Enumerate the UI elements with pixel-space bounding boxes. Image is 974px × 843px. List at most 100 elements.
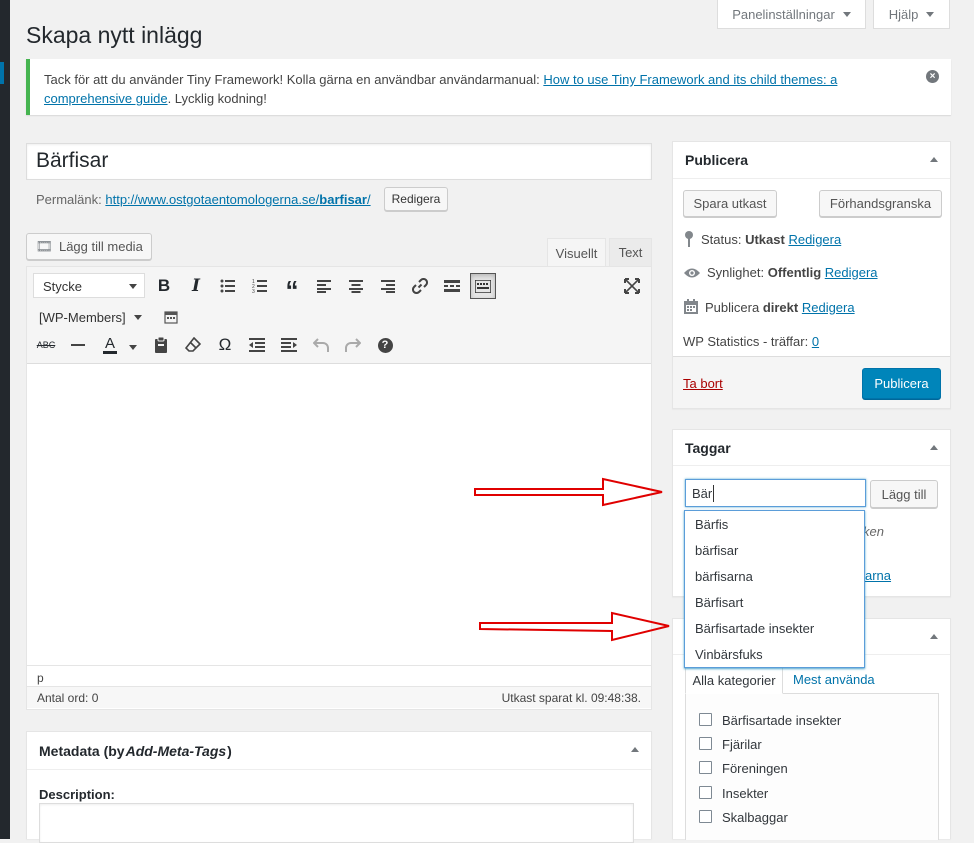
chevron-up-icon — [930, 157, 938, 162]
undo-icon[interactable] — [309, 333, 333, 357]
status-edit-link[interactable]: Redigera — [788, 232, 841, 247]
dismiss-icon[interactable]: × — [926, 70, 939, 83]
category-checkbox[interactable] — [699, 713, 712, 726]
numbered-list-icon[interactable]: 123 — [248, 274, 272, 298]
calendar-icon[interactable] — [159, 305, 183, 329]
help-label: Hjälp — [888, 6, 919, 22]
save-draft-button[interactable]: Spara utkast — [683, 190, 777, 217]
permalink-edit-button[interactable]: Redigera — [384, 187, 448, 211]
notice-link-cont[interactable]: comprehensive guide — [44, 91, 168, 106]
autosave-status: Utkast sparat kl. 09:48:38. — [501, 691, 641, 705]
chevron-down-icon[interactable] — [129, 345, 137, 350]
link-icon[interactable] — [408, 274, 432, 298]
paste-text-icon[interactable] — [149, 333, 173, 357]
align-center-icon[interactable] — [344, 274, 368, 298]
align-left-icon[interactable] — [312, 274, 336, 298]
toolbar-toggle-icon[interactable] — [470, 273, 496, 299]
help-icon[interactable]: ? — [373, 333, 397, 357]
chevron-down-icon — [129, 284, 137, 289]
tag-suggestions-dropdown: Bärfis bärfisar bärfisarna Bärfisart Bär… — [684, 510, 865, 668]
special-character-icon[interactable]: Ω — [213, 333, 237, 357]
clear-formatting-icon[interactable] — [181, 333, 205, 357]
add-media-button[interactable]: 🎞 Lägg till media — [26, 233, 152, 260]
post-title-input[interactable]: Bärfisar — [26, 143, 652, 180]
description-label: Description: — [39, 787, 115, 802]
tab-most-used[interactable]: Mest använda — [793, 672, 875, 687]
calendar-icon — [684, 299, 698, 314]
category-checkbox[interactable] — [699, 786, 712, 799]
read-more-icon[interactable] — [440, 274, 464, 298]
permalink-link[interactable]: http://www.ostgotaentomologerna.se/barfi… — [105, 192, 370, 207]
blockquote-icon[interactable]: “ — [280, 274, 304, 303]
publish-button[interactable]: Publicera — [862, 368, 941, 399]
post-title-value: Bärfisar — [36, 149, 109, 172]
strikethrough-icon[interactable]: ABC — [34, 333, 58, 357]
category-label: Skalbaggar — [722, 810, 788, 825]
category-label: Föreningen — [722, 761, 788, 776]
bullet-list-icon[interactable] — [216, 274, 240, 298]
horizontal-line-icon[interactable] — [66, 333, 90, 357]
tag-suggestion[interactable]: bärfisar — [685, 538, 864, 564]
tag-suggestion[interactable]: bärfisarna — [685, 564, 864, 590]
chevron-up-icon — [930, 445, 938, 450]
metadata-box: Metadata (by Add-Meta-Tags) Description: — [26, 731, 652, 843]
publish-actions: Ta bort Publicera — [673, 356, 950, 408]
trash-link[interactable]: Ta bort — [683, 376, 723, 391]
admin-notice: Tack för att du använder Tiny Framework!… — [26, 59, 951, 115]
editor-toolbar: Stycke B I 123 “ [WP-Members] ABC A Ω ? — [27, 267, 651, 364]
svg-text:3: 3 — [252, 289, 255, 293]
category-label: Bärfisartade insekter — [722, 713, 842, 728]
fullscreen-icon[interactable] — [620, 274, 644, 298]
publish-box-header[interactable]: Publicera — [673, 142, 950, 179]
chevron-down-icon — [842, 11, 851, 17]
category-checkbox[interactable] — [699, 737, 712, 750]
category-checkbox[interactable] — [699, 761, 712, 774]
italic-icon[interactable]: I — [184, 274, 208, 298]
tag-suggestion[interactable]: Bärfisart — [685, 590, 864, 616]
wp-members-select[interactable]: [WP-Members] — [39, 307, 142, 327]
indent-icon[interactable] — [277, 333, 301, 357]
align-right-icon[interactable] — [376, 274, 400, 298]
category-checkbox[interactable] — [699, 810, 712, 823]
word-count: Antal ord: 0 — [37, 691, 99, 705]
tag-suggestion[interactable]: Bärfis — [685, 512, 864, 538]
annotation-arrow-to-input — [474, 477, 663, 507]
tag-hint-text: ken — [863, 524, 884, 539]
annotation-arrow-to-suggestion — [479, 611, 670, 642]
tag-input[interactable]: Bär — [685, 479, 866, 507]
chevron-down-icon — [926, 11, 935, 17]
status-row: Status: Utkast Redigera — [683, 231, 841, 247]
tab-text[interactable]: Text — [609, 238, 652, 266]
tab-all-categories[interactable]: Alla kategorier — [685, 666, 783, 694]
outdent-icon[interactable] — [245, 333, 269, 357]
tab-visual[interactable]: Visuellt — [547, 238, 606, 267]
preview-button[interactable]: Förhandsgranska — [819, 190, 942, 217]
redo-icon[interactable] — [341, 333, 365, 357]
category-label: Fjärilar — [722, 737, 762, 752]
permalink-row: Permalänk: http://www.ostgotaentomologer… — [36, 192, 371, 208]
add-tag-button[interactable]: Lägg till — [870, 480, 938, 508]
help-button[interactable]: Hjälp — [873, 0, 950, 29]
text-color-icon[interactable]: A — [98, 333, 122, 357]
most-used-tags-link[interactable]: arna — [865, 568, 891, 583]
visibility-row: Synlighet: Offentlig Redigera — [683, 265, 878, 280]
schedule-edit-link[interactable]: Redigera — [802, 300, 855, 315]
bold-icon[interactable]: B — [152, 274, 176, 298]
publish-box: Publicera Spara utkast Förhandsgranska S… — [672, 141, 951, 409]
tag-suggestion[interactable]: Bärfisartade insekter — [685, 616, 864, 642]
format-select[interactable]: Stycke — [33, 273, 145, 298]
tags-box-header[interactable]: Taggar — [673, 430, 950, 466]
editor-statusbar: p Antal ord: 0 Utkast sparat kl. 09:48:3… — [27, 665, 651, 709]
chevron-up-icon — [631, 747, 639, 752]
screen-options-label: Panelinställningar — [732, 6, 835, 22]
stats-link[interactable]: 0 — [812, 334, 819, 349]
visibility-edit-link[interactable]: Redigera — [825, 265, 878, 280]
admin-menu-current-marker — [0, 62, 4, 84]
notice-link[interactable]: How to use Tiny Framework and its child … — [543, 72, 837, 87]
description-textarea[interactable] — [39, 803, 634, 843]
tag-suggestion[interactable]: Vinbärsfuks — [685, 642, 864, 668]
category-list: Bärfisartade insekter Fjärilar Föreninge… — [685, 693, 939, 840]
metadata-box-header[interactable]: Metadata (by Add-Meta-Tags) — [27, 732, 651, 770]
screen-options-button[interactable]: Panelinställningar — [717, 0, 866, 29]
notice-text: Tack för att du använder Tiny Framework!… — [44, 72, 544, 87]
